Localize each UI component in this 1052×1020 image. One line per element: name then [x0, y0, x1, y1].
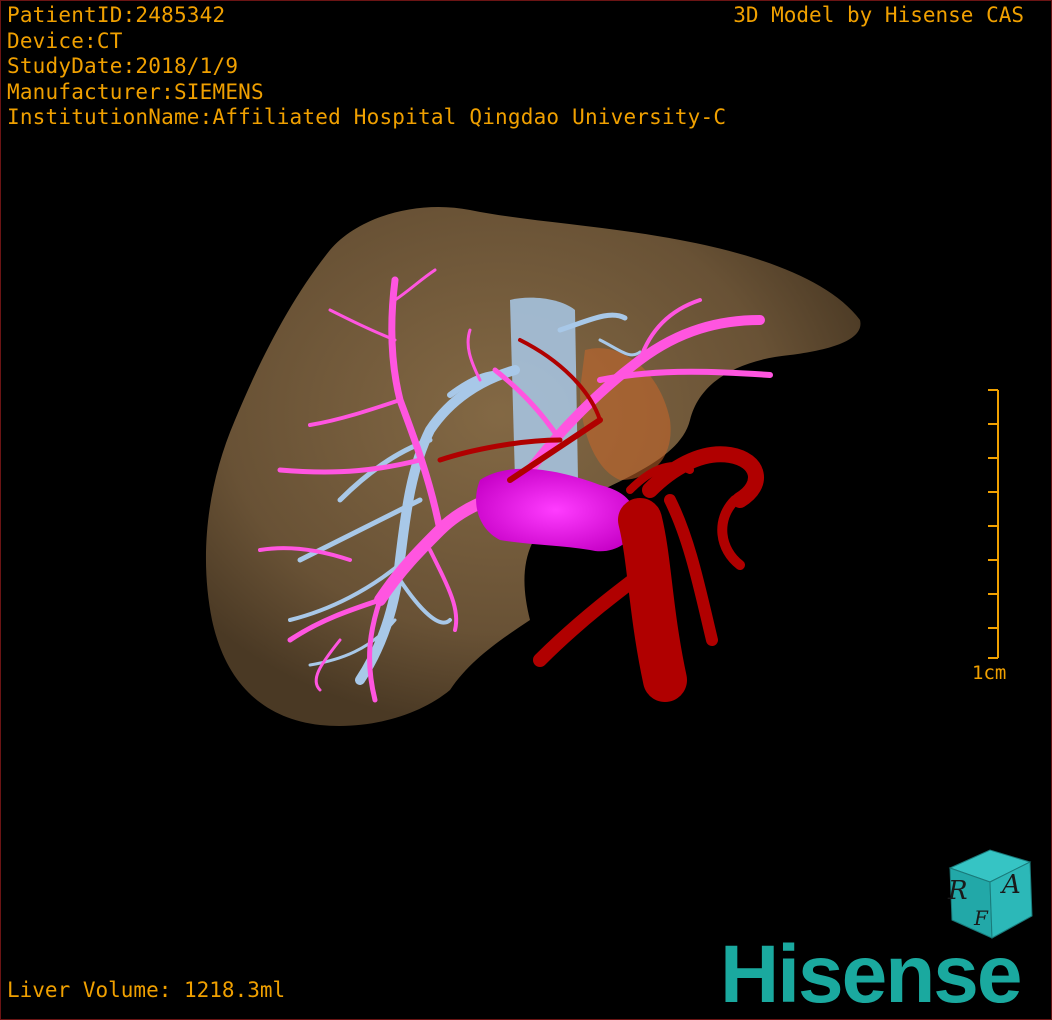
institution-name: InstitutionName:Affiliated Hospital Qing… [7, 105, 727, 129]
scale-bar [988, 389, 999, 659]
liver-3d-model[interactable] [0, 0, 1052, 1020]
manufacturer: Manufacturer:SIEMENS [7, 79, 264, 104]
patient-id: PatientID:2485342 [7, 3, 226, 27]
cube-face-a: A [1002, 870, 1021, 900]
scale-label: 1cm [972, 662, 1007, 684]
hisense-logo: Hisense [720, 929, 1023, 1020]
cube-face-f: F [974, 906, 988, 930]
cube-face-r: R [948, 876, 968, 906]
device: Device:CT [7, 28, 123, 53]
study-info: PatientID:2485342 Device:CT StudyDate:20… [7, 3, 726, 131]
liver-volume: Liver Volume: 1218.3ml [7, 978, 286, 1002]
model-credit: 3D Model by Hisense CAS [733, 3, 1024, 27]
study-date: StudyDate:2018/1/9 [7, 54, 239, 78]
